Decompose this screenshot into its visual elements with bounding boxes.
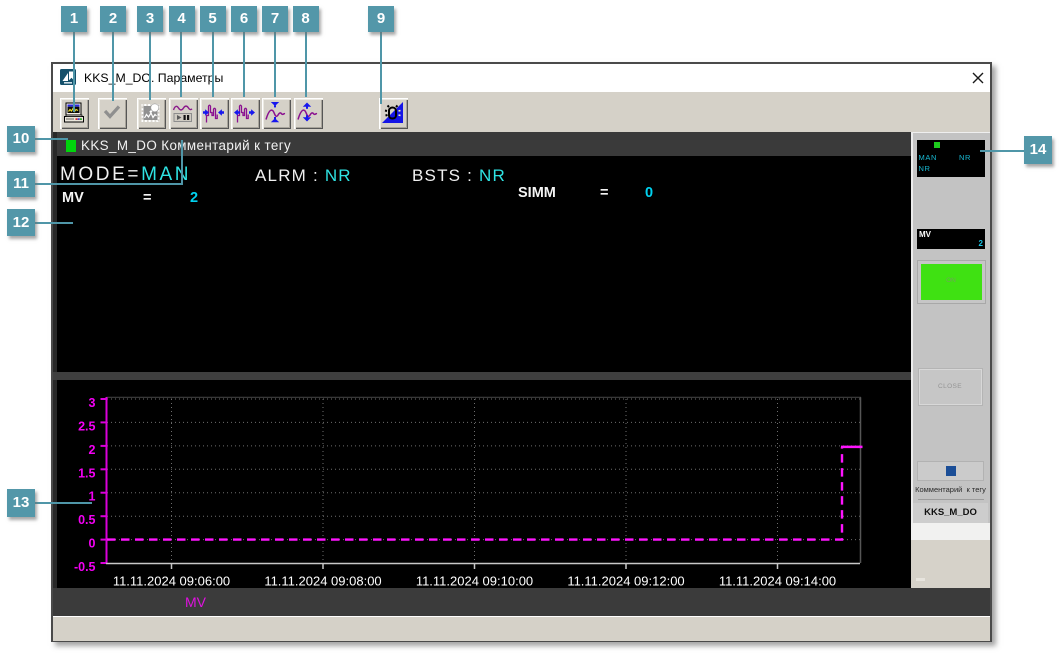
svg-text:-0.5: -0.5 xyxy=(74,560,96,574)
svg-text:0.5: 0.5 xyxy=(78,513,95,527)
svg-text:3: 3 xyxy=(89,396,96,410)
svg-text:11.11.2024 09:14:00: 11.11.2024 09:14:00 xyxy=(719,574,836,589)
svg-text:11.11.2024 09:06:00: 11.11.2024 09:06:00 xyxy=(113,574,230,589)
svg-text:11.11.2024 09:10:00: 11.11.2024 09:10:00 xyxy=(416,574,533,589)
svg-text:0: 0 xyxy=(89,537,96,551)
svg-text:11.11.2024 09:12:00: 11.11.2024 09:12:00 xyxy=(567,574,684,589)
svg-text:1.5: 1.5 xyxy=(78,466,95,480)
svg-text:2.5: 2.5 xyxy=(78,419,95,433)
svg-text:11.11.2024 09:08:00: 11.11.2024 09:08:00 xyxy=(264,574,381,589)
svg-text:2: 2 xyxy=(89,443,96,457)
